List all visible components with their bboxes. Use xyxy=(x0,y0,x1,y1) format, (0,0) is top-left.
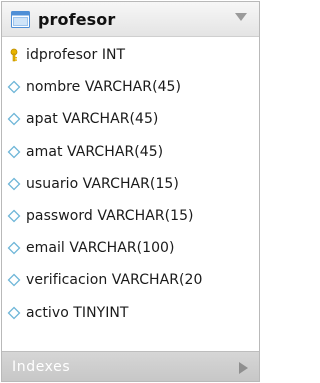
nullable-column-diamond-icon xyxy=(7,80,21,94)
column-list: idprofesor INT nombre VARCHAR(45) apat V… xyxy=(2,37,259,329)
column-row-apat[interactable]: apat VARCHAR(45) xyxy=(2,103,259,135)
nullable-column-diamond-icon xyxy=(7,273,21,287)
column-row-idprofesor[interactable]: idprofesor INT xyxy=(2,39,259,71)
indexes-label: Indexes xyxy=(12,358,71,375)
column-label: password VARCHAR(15) xyxy=(26,208,194,225)
nullable-column-diamond-icon xyxy=(7,241,21,255)
column-row-usuario[interactable]: usuario VARCHAR(15) xyxy=(2,168,259,200)
column-label: nombre VARCHAR(45) xyxy=(26,79,182,96)
expand-arrow-icon[interactable] xyxy=(239,362,248,374)
nullable-column-diamond-icon xyxy=(7,209,21,223)
column-row-password[interactable]: password VARCHAR(15) xyxy=(2,200,259,232)
column-row-email[interactable]: email VARCHAR(100) xyxy=(2,232,259,264)
column-row-nombre[interactable]: nombre VARCHAR(45) xyxy=(2,71,259,103)
column-label: amat VARCHAR(45) xyxy=(26,143,164,160)
column-label: apat VARCHAR(45) xyxy=(26,111,159,128)
nullable-column-diamond-icon xyxy=(7,112,21,126)
primary-key-icon xyxy=(7,48,21,62)
column-label: usuario VARCHAR(15) xyxy=(26,175,179,192)
column-row-activo[interactable]: activo TINYINT xyxy=(2,297,259,329)
column-row-verificacion[interactable]: verificacion VARCHAR(20 xyxy=(2,264,259,296)
column-row-amat[interactable]: amat VARCHAR(45) xyxy=(2,136,259,168)
collapse-arrow-icon[interactable] xyxy=(235,13,247,21)
column-label: verificacion VARCHAR(20 xyxy=(26,272,203,289)
table-icon xyxy=(11,10,30,28)
nullable-column-diamond-icon xyxy=(7,177,21,191)
column-label: email VARCHAR(100) xyxy=(26,240,175,257)
nullable-column-diamond-icon xyxy=(7,145,21,159)
table-card-profesor[interactable]: profesor idprofesor INT nombre VARCHAR(4… xyxy=(1,1,260,382)
table-header[interactable]: profesor xyxy=(2,2,259,37)
column-label: idprofesor INT xyxy=(26,47,126,64)
table-title: profesor xyxy=(38,9,116,29)
nullable-column-diamond-icon xyxy=(7,306,21,320)
indexes-section-header[interactable]: Indexes xyxy=(2,351,259,381)
column-label: activo TINYINT xyxy=(26,304,129,321)
